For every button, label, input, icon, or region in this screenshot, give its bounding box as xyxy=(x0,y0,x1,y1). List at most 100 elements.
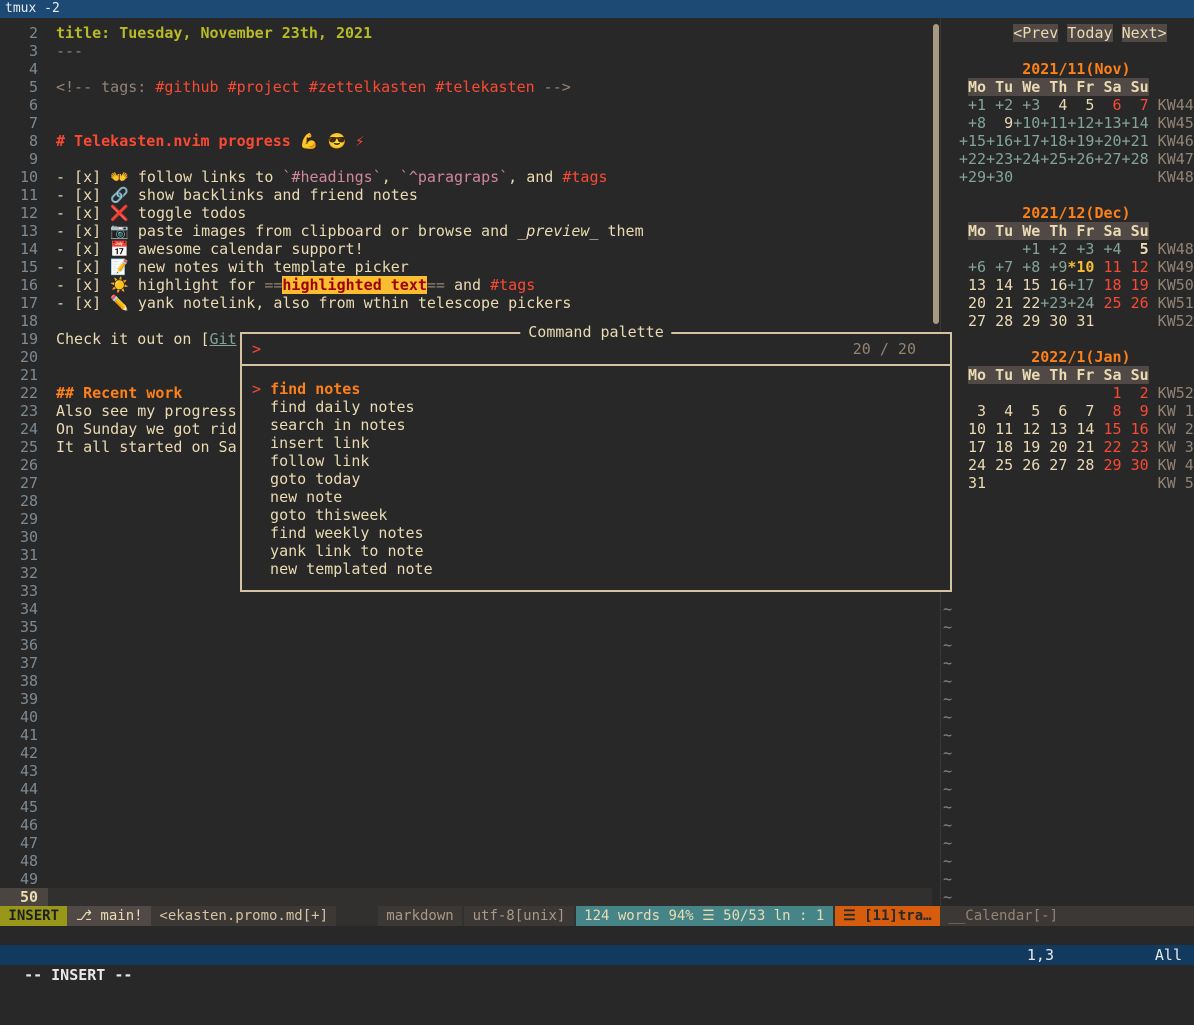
line-text[interactable]: - [x] 📅 awesome calendar support! xyxy=(48,240,364,258)
line-text[interactable] xyxy=(48,582,56,600)
calendar-row[interactable] xyxy=(941,546,1194,564)
palette-item[interactable]: insert link xyxy=(252,434,940,452)
calendar-row[interactable]: +8 9+10+11+12+13+14 KW45 xyxy=(941,114,1194,132)
editor-line[interactable]: 15- [x] 📝 new notes with template picker xyxy=(0,258,932,276)
line-text[interactable]: It all started on Sa xyxy=(48,438,237,456)
calendar-row[interactable]: +6 +7 +8 +9*10 11 12 KW49 xyxy=(941,258,1194,276)
editor-line[interactable]: 4 xyxy=(0,60,932,78)
text-segment[interactable] xyxy=(959,240,1013,258)
editor-line[interactable]: 48 xyxy=(0,852,932,870)
line-text[interactable] xyxy=(48,510,56,528)
palette-item[interactable]: search in notes xyxy=(252,416,940,434)
line-text[interactable] xyxy=(48,528,56,546)
editor-line[interactable]: 43 xyxy=(0,762,932,780)
line-text[interactable] xyxy=(48,366,56,384)
scrollbar-thumb[interactable] xyxy=(933,24,939,324)
editor-line[interactable]: 34 xyxy=(0,600,932,618)
line-text[interactable] xyxy=(48,312,56,330)
calendar-row[interactable]: 24 25 26 27 28 29 30 KW 4 xyxy=(941,456,1194,474)
line-text[interactable] xyxy=(48,96,56,114)
line-text[interactable] xyxy=(48,636,56,654)
line-text[interactable]: <!-- tags: #github #project #zettelkaste… xyxy=(48,78,571,96)
palette-item[interactable]: goto today xyxy=(252,470,940,488)
editor-line[interactable]: 44 xyxy=(0,780,932,798)
text-segment[interactable]: +1 +2 +3 xyxy=(968,96,1040,114)
line-text[interactable] xyxy=(48,456,56,474)
calendar-row[interactable] xyxy=(941,582,1194,600)
text-segment[interactable]: 22 23 xyxy=(1094,438,1148,456)
text-segment[interactable]: 25 26 xyxy=(1094,294,1148,312)
text-segment[interactable]: +29+30 xyxy=(959,168,1013,186)
text-segment[interactable] xyxy=(959,204,1022,222)
editor-line[interactable]: 9 xyxy=(0,150,932,168)
text-segment[interactable] xyxy=(959,258,968,276)
text-segment[interactable]: 6 7 xyxy=(1094,96,1148,114)
palette-item[interactable]: yank link to note xyxy=(252,542,940,560)
text-segment[interactable]: 20 21 22 xyxy=(959,294,1040,312)
text-segment[interactable] xyxy=(959,114,968,132)
text-segment[interactable]: 15 16 xyxy=(1094,420,1148,438)
line-text[interactable] xyxy=(48,654,56,672)
editor-line[interactable]: 47 xyxy=(0,834,932,852)
text-segment[interactable]: 9 xyxy=(986,114,1013,132)
line-text[interactable]: --- xyxy=(48,42,83,60)
editor-line[interactable]: 36 xyxy=(0,636,932,654)
line-text[interactable] xyxy=(48,564,56,582)
text-segment[interactable]: 13 14 15 16 xyxy=(959,276,1067,294)
text-segment[interactable]: +10+11+12+13+14 xyxy=(1013,114,1148,132)
line-text[interactable]: On Sunday we got rid xyxy=(48,420,237,438)
calendar-row[interactable]: Mo Tu We Th Fr Sa Su xyxy=(941,222,1194,240)
line-text[interactable]: title: Tuesday, November 23th, 2021 xyxy=(48,24,372,42)
palette-item[interactable]: new note xyxy=(252,488,940,506)
text-segment[interactable]: +1 +2 +3 +4 xyxy=(1013,240,1121,258)
line-text[interactable] xyxy=(48,114,56,132)
text-segment[interactable] xyxy=(1113,24,1122,42)
line-text[interactable] xyxy=(48,708,56,726)
line-text[interactable] xyxy=(48,816,56,834)
calendar-row[interactable]: 27 28 29 30 31 KW52 xyxy=(941,312,1194,330)
palette-item[interactable]: find daily notes xyxy=(252,398,940,416)
text-segment[interactable] xyxy=(959,60,1022,78)
editor-line[interactable]: 39 xyxy=(0,690,932,708)
editor-line[interactable]: 11- [x] 🔗 show backlinks and friend note… xyxy=(0,186,932,204)
editor-line[interactable]: 10- [x] 👐 follow links to `#headings`, `… xyxy=(0,168,932,186)
text-segment[interactable]: 17 18 19 20 21 xyxy=(959,438,1094,456)
calendar-row[interactable] xyxy=(941,510,1194,528)
text-segment[interactable]: 8 9 xyxy=(1094,402,1148,420)
text-segment[interactable] xyxy=(959,78,968,96)
calendar-nav-button[interactable]: Next> xyxy=(1122,24,1167,42)
calendar-row[interactable] xyxy=(941,528,1194,546)
text-segment[interactable] xyxy=(959,348,1031,366)
line-text[interactable] xyxy=(48,150,56,168)
palette-item[interactable]: new templated note xyxy=(252,560,940,578)
calendar-row[interactable]: +29+30 KW48 xyxy=(941,168,1194,186)
calendar-row[interactable]: 10 11 12 13 14 15 16 KW 2 xyxy=(941,420,1194,438)
calendar-row[interactable]: 31 KW 5 xyxy=(941,474,1194,492)
text-segment[interactable] xyxy=(959,384,1094,402)
palette-prompt[interactable]: > 20 / 20 xyxy=(242,334,950,366)
text-segment[interactable]: +15+16+17+18+19+20+21 xyxy=(959,132,1149,150)
editor-line[interactable]: 2title: Tuesday, November 23th, 2021 xyxy=(0,24,932,42)
line-text[interactable] xyxy=(48,60,56,78)
editor-line[interactable]: 45 xyxy=(0,798,932,816)
line-text[interactable] xyxy=(48,762,56,780)
calendar-row[interactable]: +15+16+17+18+19+20+21 KW46 xyxy=(941,132,1194,150)
line-text[interactable]: Also see my progress xyxy=(48,402,237,420)
calendar-row[interactable]: 3 4 5 6 7 8 9 KW 1 xyxy=(941,402,1194,420)
editor-line[interactable]: 14- [x] 📅 awesome calendar support! xyxy=(0,240,932,258)
line-text[interactable] xyxy=(48,492,56,510)
line-text[interactable]: - [x] 📝 new notes with template picker xyxy=(48,258,409,276)
text-segment[interactable]: +22+23+24+25+26+27+28 xyxy=(959,150,1149,168)
calendar-row[interactable]: <Prev Today Next> xyxy=(941,24,1194,42)
line-text[interactable] xyxy=(48,474,56,492)
text-segment[interactable]: +6 +7 +8 +9 xyxy=(968,258,1067,276)
editor-line[interactable]: 7 xyxy=(0,114,932,132)
line-text[interactable] xyxy=(48,672,56,690)
calendar-row[interactable] xyxy=(941,330,1194,348)
text-segment[interactable]: 24 25 26 27 28 xyxy=(959,456,1094,474)
calendar-row[interactable]: 13 14 15 16+17 18 19 KW50 xyxy=(941,276,1194,294)
editor-line[interactable]: 37 xyxy=(0,654,932,672)
text-segment[interactable]: +8 xyxy=(968,114,986,132)
text-segment[interactable] xyxy=(1094,312,1148,330)
text-segment[interactable]: *10 xyxy=(1067,258,1094,276)
